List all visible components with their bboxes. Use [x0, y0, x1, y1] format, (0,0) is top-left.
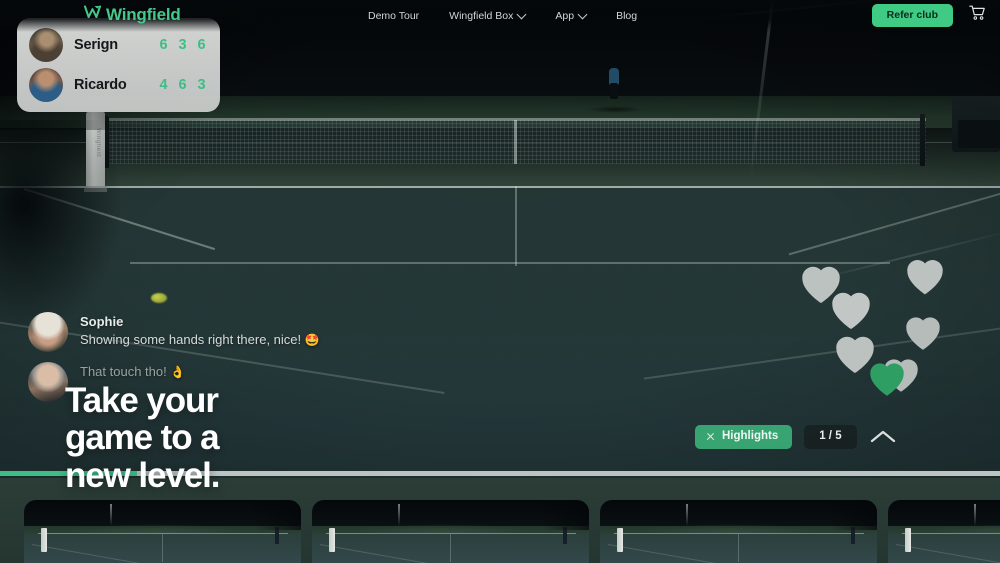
nav-item-app[interactable]: App — [555, 9, 588, 22]
highlights-controls: Highlights 1 / 5 — [695, 425, 897, 449]
nav-item-blog[interactable]: Blog — [616, 10, 637, 22]
nav-item-label: Demo Tour — [368, 10, 420, 22]
scoreboard-row: Serign 6 3 6 — [29, 27, 208, 63]
headline-line-2: game to a — [65, 418, 220, 458]
scene-net-post-right — [920, 114, 925, 166]
chat-author: Sophie — [80, 314, 124, 329]
set-score: 3 — [197, 77, 206, 93]
highlights-counter: 1 / 5 — [804, 425, 857, 449]
highlights-toggle-button[interactable]: Highlights — [695, 425, 793, 449]
app-root: Wingfield Wingfield Demo Tour Wingfiel — [0, 0, 1000, 563]
tennis-player-icon — [608, 68, 620, 100]
refer-club-button[interactable]: Refer club — [871, 4, 953, 27]
scene-foreground-shadow-left — [0, 120, 120, 330]
set-score: 6 — [178, 77, 187, 93]
set-score: 6 — [197, 37, 206, 53]
nav-links: Demo Tour Wingfield Box App Blog — [368, 0, 637, 32]
player-set-scores: 6 3 6 — [159, 37, 208, 53]
wingfield-w-mark-icon — [84, 5, 101, 24]
chat-emoji: 👌 — [170, 365, 186, 379]
chat-message-body: Sophie Showing some hands right there, n… — [80, 312, 320, 349]
chat-message: Sophie Showing some hands right there, n… — [28, 312, 448, 352]
heart-icon — [907, 260, 943, 295]
thumbnail-card[interactable] — [24, 500, 301, 563]
nav-item-label: Blog — [616, 10, 638, 22]
heart-icon-active — [870, 363, 904, 396]
tennis-ball-icon — [151, 293, 167, 303]
nav-item-wingfield-box[interactable]: Wingfield Box — [449, 9, 527, 22]
set-score: 3 — [178, 37, 187, 53]
chat-emoji: 🤩 — [304, 332, 320, 347]
chat-avatar-second-user — [28, 362, 68, 402]
chat-text-content: Showing some hands right there, nice! — [80, 331, 302, 347]
scene-side-barrier-shadow — [958, 120, 1000, 148]
player-name: Serign — [74, 37, 118, 53]
match-scoreboard: Serign 6 3 6 Ricardo 4 6 3 — [17, 18, 220, 112]
nav-item-label: App — [555, 10, 575, 22]
thumbnail-card[interactable] — [888, 500, 1000, 563]
set-score: 4 — [159, 77, 168, 93]
thumbnail-card[interactable] — [312, 500, 589, 563]
headline-line-1: Take your — [65, 381, 219, 420]
player-set-scores: 4 6 3 — [159, 77, 208, 93]
heart-reactions[interactable] — [786, 248, 966, 423]
hero-headline: Take your game to a new level. — [65, 381, 395, 495]
player-avatar-ricardo — [29, 68, 63, 102]
shopping-cart-icon[interactable] — [969, 5, 986, 26]
chat-text-content: That touch tho! — [80, 364, 167, 379]
nav-item-demo-tour[interactable]: Demo Tour — [368, 10, 419, 22]
nav-item-label: Wingfield Box — [449, 10, 514, 22]
headline-line-3: new level. — [65, 455, 220, 495]
top-navigation-bar: Wingfield Demo Tour Wingfield Box App Bl… — [0, 0, 1000, 32]
brand-name: Wingfield — [106, 5, 181, 24]
chat-text: Showing some hands right there, nice! 🤩 — [80, 331, 320, 349]
brand-logo[interactable]: Wingfield — [84, 5, 181, 24]
player-name: Ricardo — [74, 77, 127, 93]
court-line-service — [130, 262, 890, 264]
chat-message-body: That touch tho! 👌 — [80, 362, 185, 381]
player-avatar-serign — [29, 28, 63, 62]
scene-net-center-strap — [514, 120, 517, 164]
chat-text: That touch tho! 👌 — [80, 363, 185, 381]
chat-avatar-sophie — [28, 312, 68, 352]
chevron-up-icon[interactable] — [869, 426, 897, 448]
close-x-icon — [706, 432, 715, 441]
chevron-down-icon — [516, 9, 527, 19]
nav-actions: Refer club — [871, 4, 986, 27]
highlights-label: Highlights — [722, 430, 779, 442]
court-line-baseline — [0, 186, 1000, 188]
scoreboard-row: Ricardo 4 6 3 — [29, 67, 208, 103]
thumbnail-card[interactable] — [600, 500, 877, 563]
player-shadow — [588, 106, 642, 113]
chevron-down-icon — [577, 9, 588, 19]
set-score: 6 — [159, 37, 168, 53]
court-line-center — [515, 186, 517, 266]
